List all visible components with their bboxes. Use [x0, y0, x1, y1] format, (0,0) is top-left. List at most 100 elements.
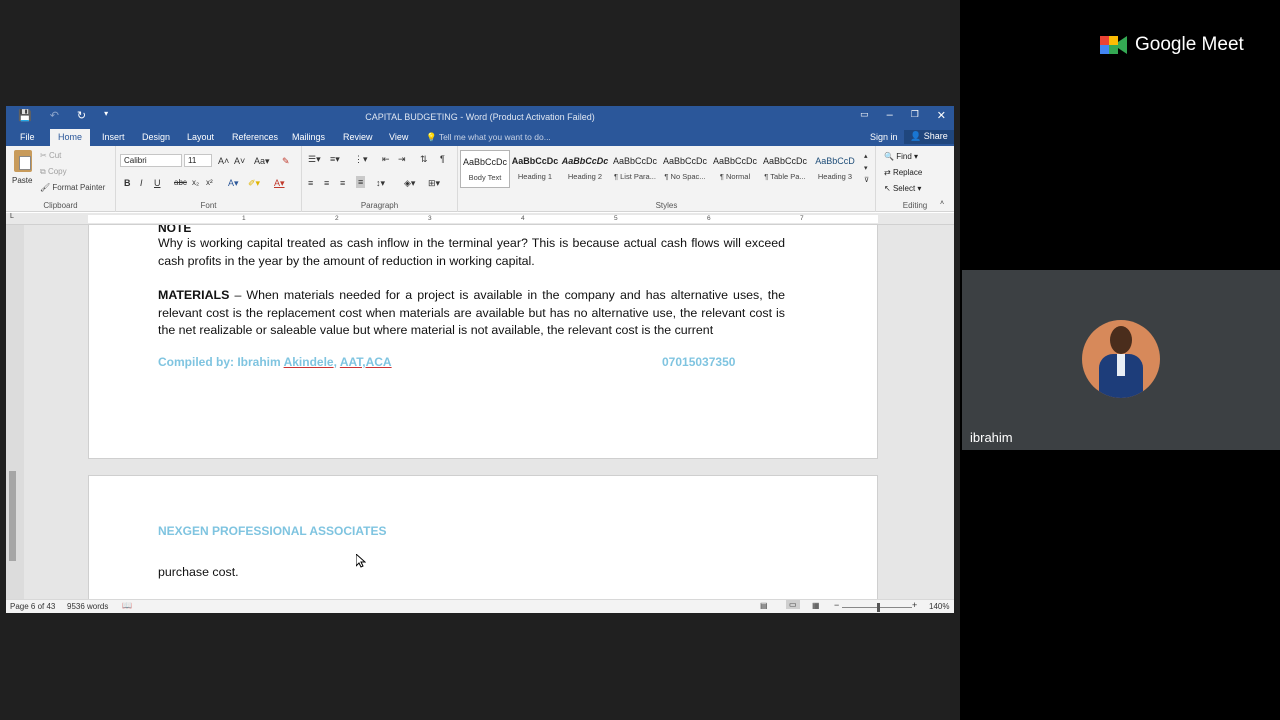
strikethrough-icon[interactable]: abc [174, 178, 187, 187]
materials-paragraph: MATERIALS – When materials needed for a … [158, 287, 785, 340]
styles-group: AaBbCcDc Body Text AaBbCcDc Heading 1 AaBb… [458, 146, 876, 212]
zoom-out-icon[interactable]: − [834, 600, 839, 610]
style-heading-3[interactable]: AaBbCcD Heading 3 [810, 150, 860, 188]
select-button[interactable]: ↖ Select ▾ [884, 184, 921, 193]
font-name-select[interactable]: Calibri [120, 154, 182, 167]
tab-mailings[interactable]: Mailings [292, 132, 325, 142]
decrease-indent-icon[interactable]: ⇤ [382, 154, 390, 165]
line-spacing-icon[interactable]: ↕▾ [376, 178, 385, 189]
style-table-paragraph[interactable]: AaBbCcDc ¶ Table Pa... [760, 150, 810, 188]
tell-me-box[interactable]: 💡 Tell me what you want to do... [426, 132, 551, 143]
align-right-icon[interactable]: ≡ [340, 178, 345, 188]
document-page[interactable]: NEXGEN PROFESSIONAL ASSOCIATES purchase … [88, 475, 878, 599]
paste-button[interactable]: Paste [12, 150, 34, 190]
numbering-icon[interactable]: ≡▾ [330, 154, 340, 165]
bullets-icon[interactable]: ☰▾ [308, 154, 321, 165]
phone-number: 07015037350 [662, 355, 736, 369]
ribbon-display-icon[interactable]: ▭ [860, 109, 869, 122]
shrink-font-icon[interactable]: A˅ [234, 156, 245, 166]
sign-in-link[interactable]: Sign in [870, 132, 898, 142]
ruler-number: 4 [521, 215, 525, 222]
restore-button[interactable]: ❐ [911, 109, 919, 122]
page-count[interactable]: Page 6 of 43 [10, 602, 55, 611]
tell-me-text: Tell me what you want to do... [438, 132, 551, 142]
replace-button[interactable]: ⇄ Replace [884, 168, 922, 177]
word-count[interactable]: 9536 words [67, 602, 108, 611]
minimize-button[interactable]: – [887, 109, 893, 122]
tab-insert[interactable]: Insert [102, 132, 125, 142]
superscript-icon[interactable]: x² [206, 178, 213, 187]
person-icon: 👤 [910, 131, 922, 141]
tab-references[interactable]: References [232, 132, 278, 142]
web-layout-icon[interactable]: ▦ [812, 601, 820, 610]
sort-icon[interactable]: ⇅ [420, 154, 428, 165]
window-title: CAPITAL BUDGETING - Word (Product Activa… [365, 112, 595, 122]
italic-icon[interactable]: I [140, 178, 143, 188]
read-mode-icon[interactable]: ▤ [760, 601, 768, 610]
participant-tile[interactable]: ibrahim [962, 270, 1280, 450]
horizontal-ruler: L 1 2 3 4 5 6 7 [6, 213, 954, 225]
proofing-icon[interactable]: 📖 [122, 601, 132, 610]
close-button[interactable]: ✕ [937, 109, 946, 122]
align-center-icon[interactable]: ≡ [324, 178, 329, 188]
find-button[interactable]: 🔍 Find ▾ [884, 152, 918, 161]
highlight-icon[interactable]: ✐▾ [248, 178, 260, 189]
tab-view[interactable]: View [389, 132, 408, 142]
paragraph-group-label: Paragraph [360, 201, 399, 210]
meet-brand-text: Google Meet [1135, 34, 1244, 55]
styles-scroll-down-icon[interactable]: ▾ [864, 164, 868, 172]
tab-selector-icon[interactable]: L [10, 213, 14, 220]
grow-font-icon[interactable]: A˄ [218, 156, 229, 166]
cursor-icon: ↖ [884, 184, 891, 193]
bold-icon[interactable]: B [124, 178, 131, 188]
multilevel-list-icon[interactable]: ⋮▾ [354, 154, 368, 165]
style-heading-1[interactable]: AaBbCcDc Heading 1 [510, 150, 560, 188]
ruler-number: 2 [335, 215, 339, 222]
working-capital-paragraph: Why is working capital treated as cash i… [158, 236, 785, 268]
subscript-icon[interactable]: x₂ [192, 178, 199, 187]
style-heading-2[interactable]: AaBbCcDc Heading 2 [560, 150, 610, 188]
document-page[interactable]: NOTE Why is working capital treated as c… [88, 225, 878, 459]
shading-icon[interactable]: ◈▾ [404, 178, 415, 189]
tab-home[interactable]: Home [50, 129, 91, 146]
change-case-icon[interactable]: Aa▾ [254, 156, 270, 167]
style-no-spacing[interactable]: AaBbCcDc ¶ No Spac... [660, 150, 710, 188]
share-button[interactable]: 👤 Share [904, 130, 954, 144]
purchase-cost-text: purchase cost. [158, 565, 239, 579]
increase-indent-icon[interactable]: ⇥ [398, 154, 406, 165]
cut-button[interactable]: ✂ Cut [40, 151, 61, 160]
clear-formatting-icon[interactable]: ✎ [282, 156, 290, 167]
collapse-ribbon-icon[interactable]: ˄ [940, 200, 944, 207]
tab-layout[interactable]: Layout [187, 132, 214, 142]
ribbon: Paste ✂ Cut ⧉ Copy 🖌 Format Painter Clip… [6, 146, 954, 212]
zoom-in-icon[interactable]: + [912, 600, 917, 610]
underline-icon[interactable]: U [154, 178, 161, 188]
text-effects-icon[interactable]: A▾ [228, 178, 239, 189]
borders-icon[interactable]: ⊞▾ [428, 178, 440, 189]
styles-more-icon[interactable]: ⊽ [864, 176, 869, 184]
word-window: 💾 ↶ ↻ ▾ CAPITAL BUDGETING - Word (Produc… [6, 106, 954, 613]
copy-button[interactable]: ⧉ Copy [40, 167, 67, 177]
print-layout-icon[interactable]: ▭ [786, 600, 800, 609]
tab-design[interactable]: Design [142, 132, 170, 142]
editing-group: 🔍 Find ▾ ⇄ Replace ↖ Select ▾ Editing ˄ [876, 146, 954, 212]
style-list-paragraph[interactable]: AaBbCcDc ¶ List Para... [610, 150, 660, 188]
search-icon: 🔍 [884, 152, 894, 161]
lightbulb-icon: 💡 [426, 132, 437, 142]
scroll-thumb[interactable] [9, 471, 16, 561]
tab-review[interactable]: Review [343, 132, 373, 142]
tab-file[interactable]: File [20, 132, 35, 142]
meet-camera-icon [1100, 34, 1127, 56]
zoom-slider-thumb[interactable] [877, 603, 880, 612]
zoom-level[interactable]: 140% [929, 602, 949, 611]
format-painter-button[interactable]: 🖌 Format Painter [40, 183, 105, 192]
font-size-select[interactable]: 11 [184, 154, 212, 167]
document-area[interactable]: NOTE Why is working capital treated as c… [6, 225, 954, 599]
style-normal[interactable]: AaBbCcDc ¶ Normal [710, 150, 760, 188]
styles-scroll-up-icon[interactable]: ▴ [864, 152, 868, 160]
justify-icon[interactable]: ≡ [356, 176, 366, 188]
style-body-text[interactable]: AaBbCcDc Body Text [460, 150, 510, 188]
align-left-icon[interactable]: ≡ [308, 178, 313, 188]
font-color-icon[interactable]: A▾ [274, 178, 285, 189]
pilcrow-icon[interactable]: ¶ [440, 154, 445, 164]
